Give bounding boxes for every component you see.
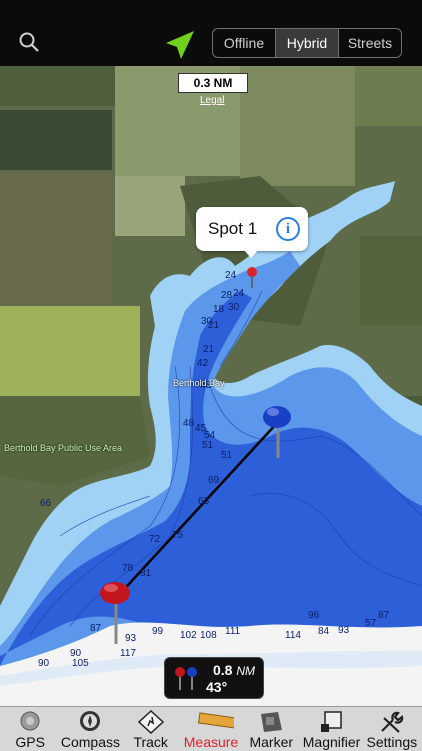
- depth-sounding: 18: [213, 304, 225, 315]
- search-icon[interactable]: [18, 31, 40, 53]
- gps-icon: [20, 711, 40, 731]
- map-field: [355, 66, 422, 126]
- depth-sounding: 81: [140, 568, 152, 579]
- ruler-icon: [197, 712, 234, 730]
- map-field: [0, 174, 112, 304]
- top-toolbar: Offline Hybrid Streets: [0, 0, 422, 66]
- measure-bearing: 43°: [206, 679, 228, 695]
- tab-track[interactable]: Track: [121, 707, 181, 751]
- tab-magnifier[interactable]: Magnifier: [301, 707, 361, 751]
- depth-sounding: 78: [122, 563, 134, 574]
- depth-sounding: 84: [318, 626, 330, 637]
- depth-sounding: 30: [228, 302, 240, 313]
- depth-sounding: 48: [183, 418, 195, 429]
- depth-sounding: 24: [233, 288, 245, 299]
- map-mode-selector: Offline Hybrid Streets: [212, 28, 402, 58]
- map-mode-offline[interactable]: Offline: [213, 29, 276, 57]
- tab-settings[interactable]: Settings: [362, 707, 422, 751]
- depth-sounding: 51: [221, 450, 233, 461]
- tab-measure[interactable]: Measure: [181, 707, 241, 751]
- depth-sounding: 57: [365, 618, 377, 629]
- depth-sounding: 108: [200, 630, 217, 641]
- tab-marker[interactable]: Marker: [241, 707, 301, 751]
- depth-sounding: 102: [180, 630, 197, 641]
- depth-sounding: 63: [198, 496, 210, 507]
- map-field: [240, 66, 355, 186]
- tab-compass[interactable]: Compass: [60, 707, 120, 751]
- compass-icon: [80, 711, 101, 731]
- distance-value: 0.8: [213, 662, 233, 678]
- depth-sounding: 96: [308, 610, 320, 621]
- tab-label: Settings: [366, 734, 418, 750]
- magnifier-icon: [320, 711, 342, 732]
- place-label-use-area: Berthold Bay Public Use Area: [4, 443, 123, 453]
- depth-sounding: 42: [197, 358, 209, 369]
- bottom-tab-bar: GPS Compass Track Measure Marker Magnifi…: [0, 706, 422, 751]
- measure-distance: 0.8 NM: [213, 662, 255, 678]
- map-mode-hybrid[interactable]: Hybrid: [276, 29, 339, 57]
- tab-label: Magnifier: [302, 734, 361, 750]
- place-label-bay: Berthold Bay: [173, 378, 225, 388]
- depth-sounding: 90: [38, 658, 50, 669]
- tab-label: Measure: [183, 734, 239, 750]
- depth-sounding: 105: [72, 658, 89, 669]
- depth-sounding: 99: [152, 626, 164, 637]
- depth-sounding: 28: [221, 290, 233, 301]
- tab-gps[interactable]: GPS: [0, 707, 60, 751]
- spot-callout[interactable]: Spot 1 i: [196, 207, 308, 258]
- info-icon[interactable]: i: [276, 217, 300, 241]
- scale-label: 0.3 NM: [193, 76, 233, 90]
- tab-label: GPS: [15, 734, 45, 750]
- settings-icon: [381, 711, 404, 733]
- map-mode-streets[interactable]: Streets: [339, 29, 401, 57]
- depth-sounding: 93: [125, 633, 137, 644]
- depth-sounding: 72: [149, 534, 161, 545]
- depth-sounding: 30: [201, 316, 213, 327]
- marker-icon: [261, 712, 283, 732]
- depth-sounding: 93: [338, 625, 350, 636]
- depth-sounding: 21: [203, 344, 215, 355]
- depth-sounding: 114: [285, 630, 301, 641]
- tab-label: Compass: [60, 734, 120, 750]
- depth-sounding: 117: [120, 648, 136, 659]
- depth-sounding: 24: [225, 270, 237, 281]
- depth-sounding: 87: [378, 610, 390, 621]
- depth-sounding: 69: [208, 475, 220, 486]
- map-field: [360, 236, 422, 326]
- callout-title: Spot 1: [208, 219, 258, 238]
- tab-label: Track: [133, 734, 168, 750]
- depth-sounding: 51: [202, 440, 214, 451]
- measure-pins-icon: [175, 667, 197, 690]
- map-field: [0, 110, 112, 170]
- legal-link[interactable]: Legal: [200, 95, 224, 106]
- depth-sounding: 75: [172, 530, 184, 541]
- map-field: [115, 176, 185, 236]
- depth-sounding: 87: [90, 623, 102, 634]
- depth-sounding: 111: [225, 626, 241, 637]
- map-field: [0, 306, 140, 396]
- scale-bar: 0.3 NM: [178, 73, 248, 93]
- distance-unit: NM: [236, 664, 256, 678]
- tab-label: Marker: [249, 734, 294, 750]
- location-arrow-icon[interactable]: [162, 28, 196, 62]
- measurement-readout: 0.8 NM 43°: [164, 657, 264, 699]
- map-field: [0, 66, 115, 106]
- track-icon: [137, 710, 164, 734]
- depth-sounding: 66: [40, 498, 52, 509]
